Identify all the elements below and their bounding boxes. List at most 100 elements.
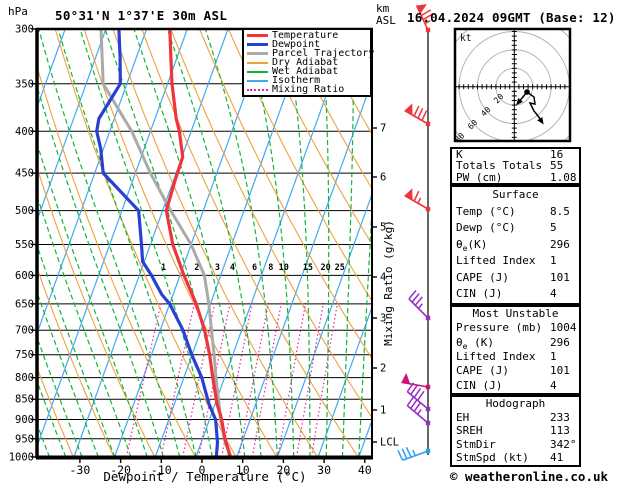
indices-row-label: θe(K) bbox=[456, 238, 487, 251]
indices-row-value: 41 bbox=[550, 451, 563, 465]
indices-row: CAPE (J)101 bbox=[452, 364, 579, 378]
indices-row: PW (cm) 1.08 bbox=[452, 172, 579, 183]
indices-row-label: SREH bbox=[456, 424, 483, 437]
pressure-tick-label: 700 bbox=[15, 325, 34, 337]
legend-item: Mixing Ratio bbox=[246, 85, 368, 94]
indices-row-label: CIN (J) bbox=[456, 379, 502, 392]
indices-row-value: 1.08 bbox=[550, 172, 577, 183]
indices-row-value: 1 bbox=[550, 253, 557, 270]
indices-row-value: 55 bbox=[550, 160, 563, 171]
mixing-ratio-value-label: 6 bbox=[252, 263, 257, 273]
indices-row-label: Pressure (mb) bbox=[456, 321, 542, 334]
pressure-tick-label: 1000 bbox=[9, 452, 34, 464]
dry-adiabat-line bbox=[604, 29, 629, 457]
indices-section-title: Surface bbox=[452, 187, 579, 204]
indices-row-label: Lifted Index bbox=[456, 350, 535, 363]
datetime-label: 16.04.2024 09GMT (Base: 12) bbox=[407, 10, 616, 25]
credit-footer: © weatheronline.co.uk bbox=[450, 469, 608, 484]
wind-barb bbox=[398, 447, 430, 460]
indices-row: EH233 bbox=[452, 411, 579, 425]
legend-swatch-isotherm bbox=[247, 80, 268, 82]
km-tick-label: 2 bbox=[380, 363, 386, 375]
lcl-label: LCL bbox=[380, 437, 399, 449]
mixing-ratio-axis-label: Mixing Ratio (g/kg) bbox=[382, 220, 395, 346]
indices-block-hodograph: HodographEH233SREH113StmDir342°StmSpd (k… bbox=[450, 395, 581, 467]
mixing-ratio-line bbox=[252, 303, 281, 457]
pressure-tick-label: 450 bbox=[15, 168, 34, 180]
indices-row-value: 296 bbox=[550, 336, 570, 350]
wet-adiabat-line bbox=[80, 29, 212, 457]
indices-row: Lifted Index 1 bbox=[452, 253, 579, 270]
mixing-ratio-line bbox=[222, 303, 253, 457]
pressure-tick-label: 500 bbox=[15, 205, 34, 217]
indices-row: Lifted Index 1 bbox=[452, 350, 579, 364]
indices-row: SREH 113 bbox=[452, 424, 579, 438]
pressure-tick-label: 850 bbox=[15, 394, 34, 406]
pressure-tick-label: 750 bbox=[15, 349, 34, 361]
pressure-tick-label: 650 bbox=[15, 298, 34, 310]
x-axis-label: Dewpoint / Temperature (°C) bbox=[38, 469, 372, 484]
indices-row-value: 1 bbox=[550, 350, 557, 364]
legend-swatch-mixing-ratio bbox=[247, 89, 268, 91]
legend: TemperatureDewpointParcel TrajectoryDry … bbox=[242, 28, 372, 97]
pressure-tick-label: 400 bbox=[15, 126, 34, 138]
indices-row-label: PW (cm) bbox=[456, 171, 502, 184]
pressure-tick-label: 300 bbox=[15, 24, 34, 36]
indices-block-most-unstable: Most UnstablePressure (mb)1004θe (K)296L… bbox=[450, 305, 581, 395]
mixing-ratio-line bbox=[297, 303, 324, 457]
indices-row: CIN (J) 4 bbox=[452, 379, 579, 393]
indices-row-label: Temp (°C) bbox=[456, 205, 516, 218]
indices-row-label: StmDir bbox=[456, 438, 496, 451]
indices-row: CAPE (J) 101 bbox=[452, 270, 579, 287]
sounding-page: 1234681015202530035040045050055060065070… bbox=[0, 0, 629, 486]
pressure-tick-label: 950 bbox=[15, 433, 34, 445]
indices-row-value: 113 bbox=[550, 424, 570, 438]
mixing-ratio-value-label: 10 bbox=[279, 263, 289, 273]
indices-row-value: 1004 bbox=[550, 321, 577, 335]
indices-row-label: θe (K) bbox=[456, 336, 494, 349]
km-tick-label: 7 bbox=[380, 123, 386, 135]
mixing-ratio-value-label: 1 bbox=[161, 263, 166, 273]
indices-row-value: 101 bbox=[550, 270, 570, 287]
pressure-tick-label: 600 bbox=[15, 270, 34, 282]
asl-label: ASL bbox=[376, 15, 396, 27]
wind-barb bbox=[405, 103, 431, 126]
legend-swatch-dry-adiabat bbox=[247, 62, 268, 64]
indices-row-label: Lifted Index bbox=[456, 254, 535, 267]
dry-adiabat-line bbox=[575, 29, 629, 457]
mixing-ratio-value-label: 4 bbox=[230, 263, 235, 273]
indices-section-title: Most Unstable bbox=[452, 307, 579, 321]
mixing-ratio-value-label: 8 bbox=[268, 263, 273, 273]
mixing-ratio-line bbox=[278, 303, 306, 457]
mixing-ratio-value-label: 20 bbox=[321, 263, 331, 273]
indices-row-value: 4 bbox=[550, 286, 557, 303]
indices-row-label: CIN (J) bbox=[456, 287, 502, 300]
indices-row: Temp (°C) 8.5 bbox=[452, 204, 579, 221]
km-tick-label: 6 bbox=[380, 172, 386, 184]
wind-barb bbox=[405, 188, 431, 211]
mixing-ratio-line bbox=[161, 303, 194, 457]
pressure-tick-label: 900 bbox=[15, 414, 34, 426]
indices-row: StmSpd (kt)41 bbox=[452, 451, 579, 465]
indices-row: θe (K) 296 bbox=[452, 336, 579, 350]
indices-row-value: 4 bbox=[550, 379, 557, 393]
indices-row-value: 101 bbox=[550, 364, 570, 378]
pressure-tick-label: 550 bbox=[15, 239, 34, 251]
indices-row-value: 342° bbox=[550, 438, 577, 452]
pressure-tick-label: 350 bbox=[15, 78, 34, 90]
dry-adiabat-line bbox=[26, 29, 195, 457]
indices-row-label: CAPE (J) bbox=[456, 271, 509, 284]
indices-row: Pressure (mb) 1004 bbox=[452, 321, 579, 335]
indices-row-value: 296 bbox=[550, 237, 570, 254]
indices-row-value: 8.5 bbox=[550, 204, 570, 221]
km-tick-label: 1 bbox=[380, 405, 386, 417]
mixing-ratio-value-label: 3 bbox=[215, 263, 220, 273]
altitude-axis-unit: km ASL bbox=[376, 3, 396, 27]
indices-row: StmDir 342° bbox=[452, 438, 579, 452]
indices-row-value: 5 bbox=[550, 220, 557, 237]
mixing-ratio-value-label: 25 bbox=[335, 263, 345, 273]
legend-swatch-temperature bbox=[247, 34, 268, 37]
mixing-ratio-value-label: 15 bbox=[303, 263, 313, 273]
wind-barb bbox=[409, 290, 430, 320]
legend-swatch-wet-adiabat bbox=[247, 71, 268, 73]
